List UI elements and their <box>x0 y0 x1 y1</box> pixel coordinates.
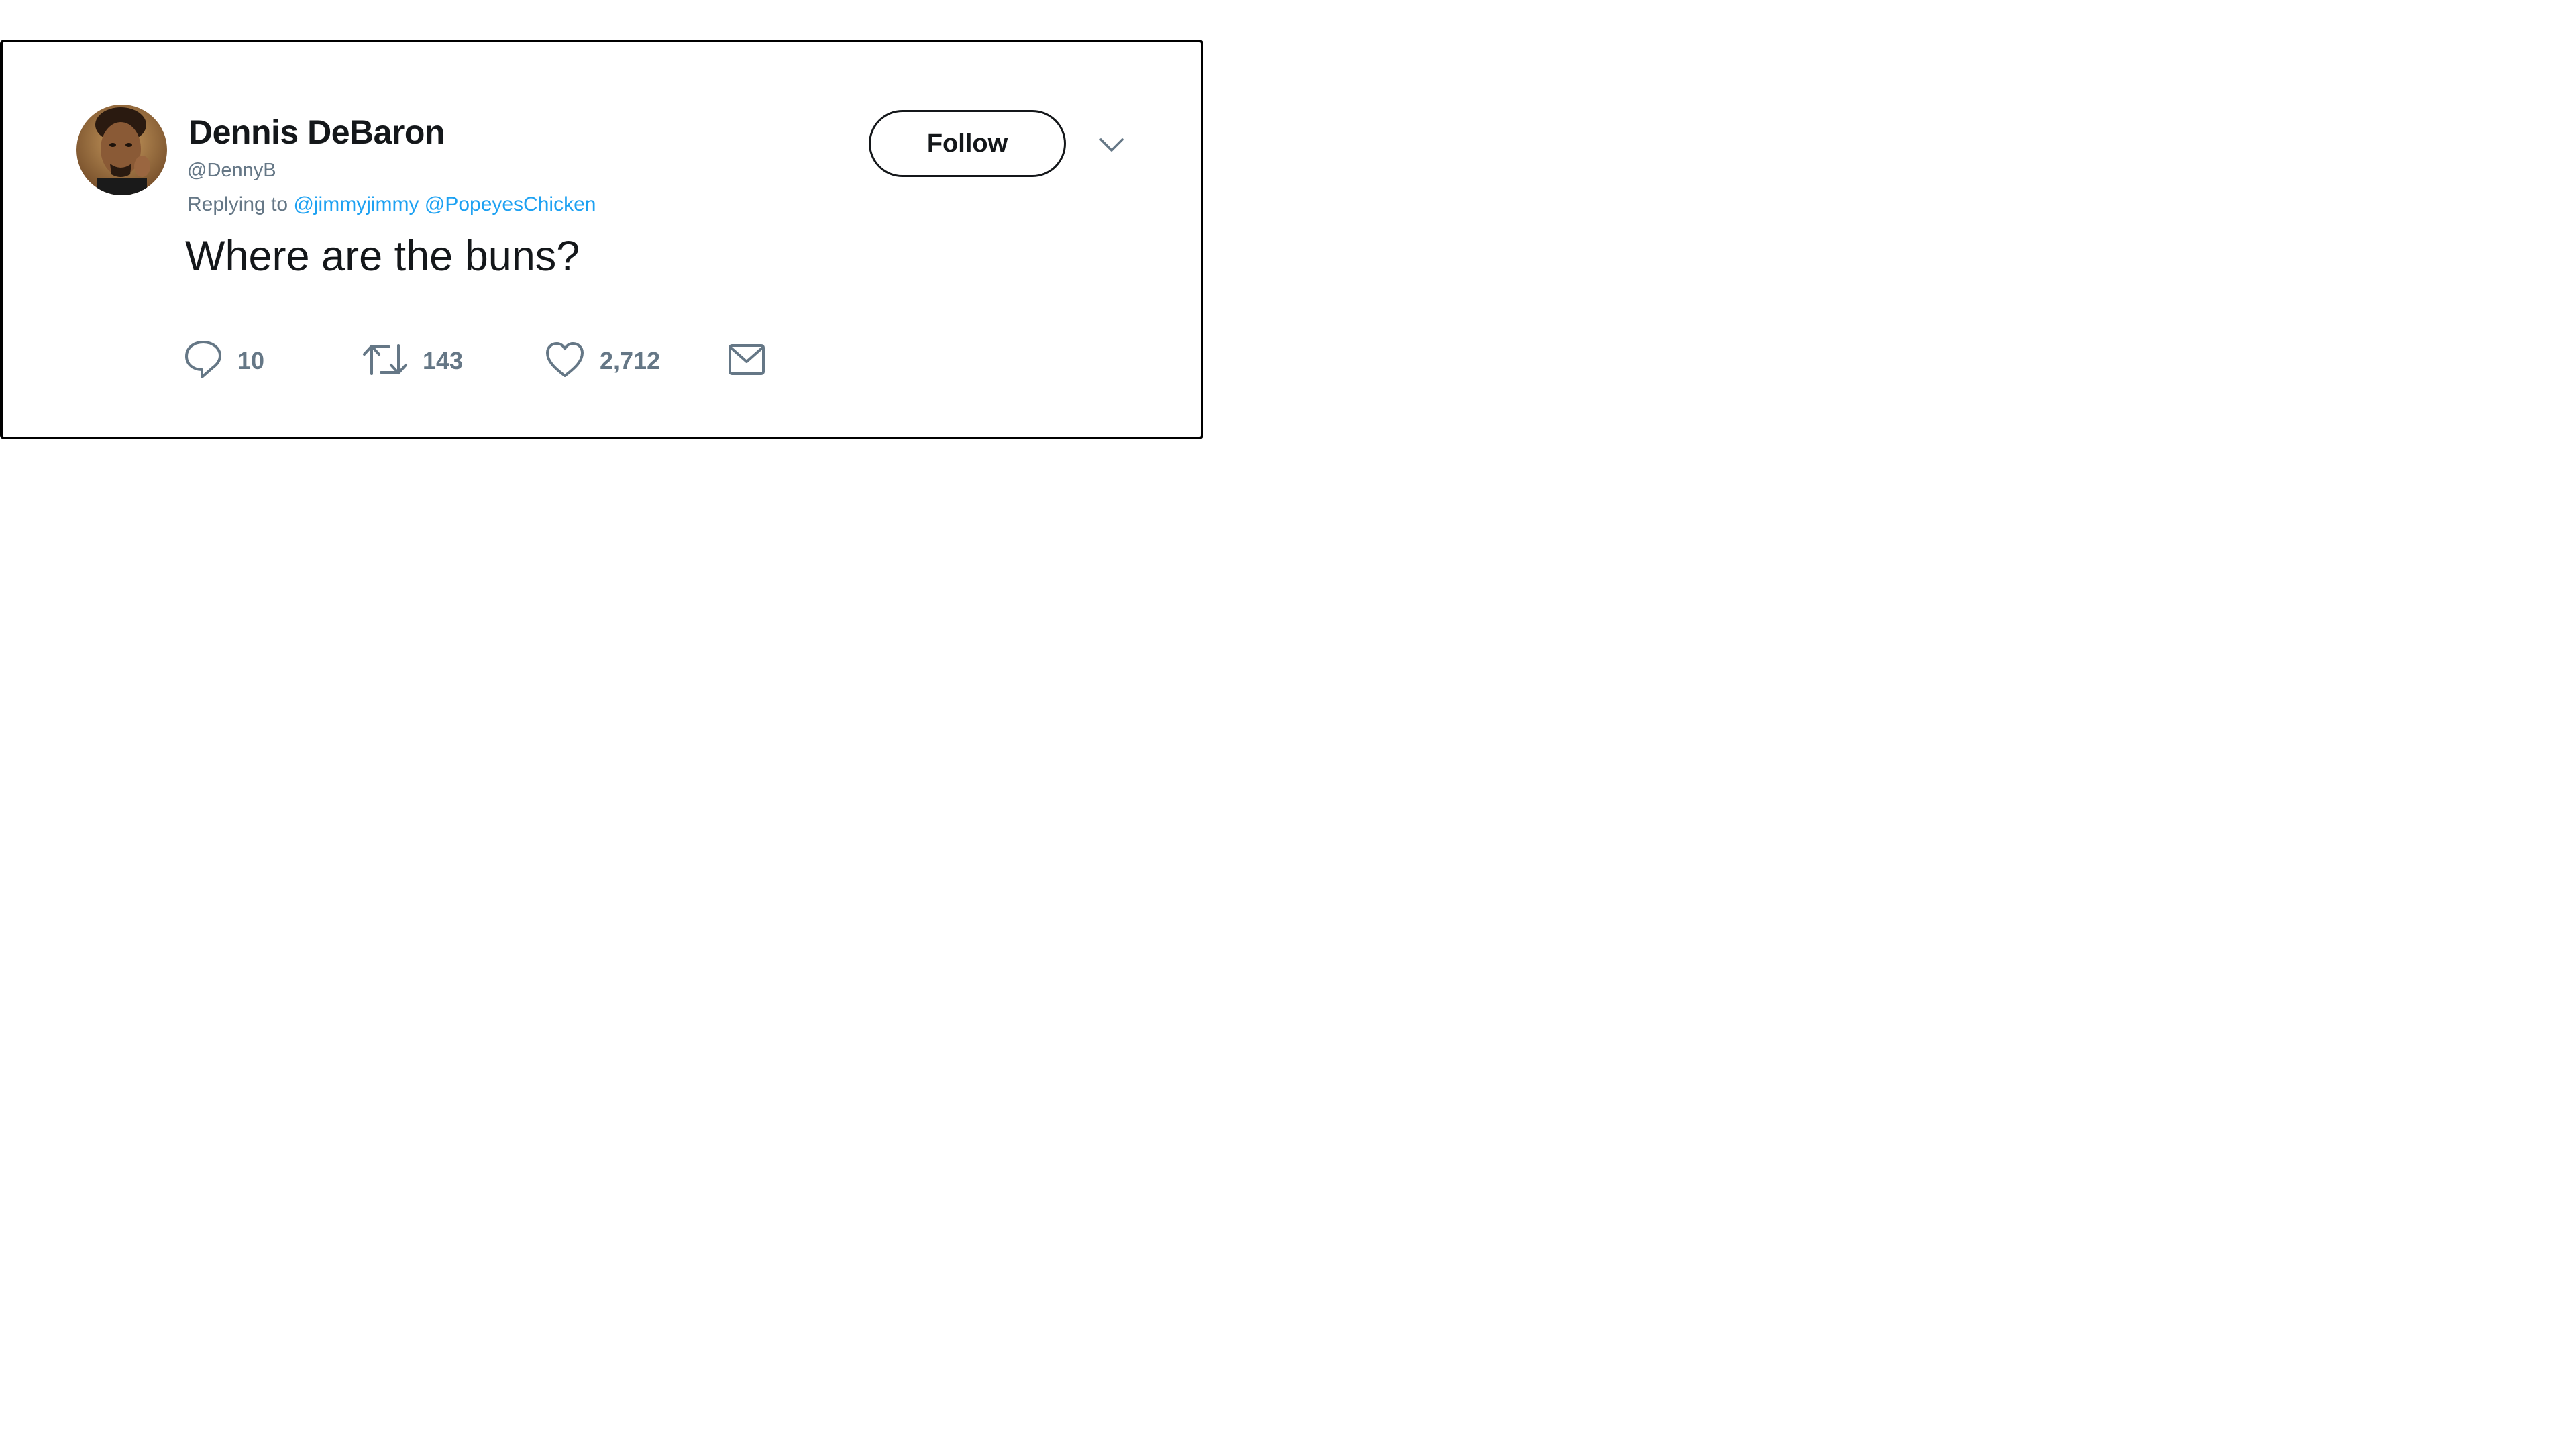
retweet-button[interactable]: 143 <box>362 337 463 384</box>
message-icon <box>727 341 766 381</box>
retweet-icon <box>362 340 408 382</box>
like-icon <box>545 341 585 382</box>
tweet-card: Dennis DeBaron @DennyB Replying to @jimm… <box>0 40 1203 439</box>
chevron-down-icon[interactable] <box>1096 131 1127 158</box>
author-display-name[interactable]: Dennis DeBaron <box>189 113 445 152</box>
follow-button[interactable]: Follow <box>869 110 1066 177</box>
direct-message-button[interactable] <box>727 337 766 384</box>
reply-icon <box>184 339 223 384</box>
mention-link[interactable]: @PopeyesChicken <box>425 193 596 215</box>
retweet-count: 143 <box>423 347 464 374</box>
author-handle[interactable]: @DennyB <box>187 160 276 182</box>
like-button[interactable]: 2,712 <box>545 337 660 384</box>
reply-context: Replying to @jimmyjimmy @PopeyesChicken <box>187 193 596 216</box>
tweet-text: Where are the buns? <box>185 233 580 280</box>
reply-count: 10 <box>237 347 265 374</box>
avatar[interactable] <box>76 105 167 195</box>
like-count: 2,712 <box>600 347 661 374</box>
mention-link[interactable]: @jimmyjimmy <box>293 193 419 215</box>
reply-button[interactable]: 10 <box>184 337 264 384</box>
reply-prefix: Replying to <box>187 193 288 215</box>
